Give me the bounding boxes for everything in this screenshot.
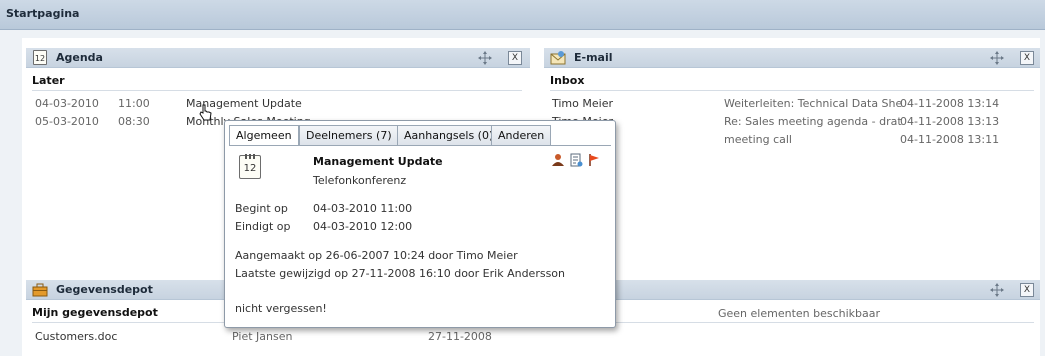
participants-icon[interactable] — [551, 153, 565, 167]
agenda-item-time[interactable]: 08:30 — [118, 115, 150, 128]
details-icon[interactable] — [569, 153, 583, 167]
agenda-item-time[interactable]: 11:00 — [118, 97, 150, 110]
tab-anderen[interactable]: Anderen — [491, 125, 552, 145]
ends-label: Eindigt op — [235, 220, 291, 233]
appointment-popup: Algemeen Deelnemers (7) Aanhangsels (0) … — [224, 120, 616, 328]
tab-deelnemers[interactable]: Deelnemers (7) — [299, 125, 399, 145]
email-item-subject[interactable]: meeting call — [724, 133, 792, 146]
agenda-section-heading: Later — [32, 74, 65, 87]
depot-item-name[interactable]: Customers.doc — [35, 330, 117, 343]
email-title: E-mail — [574, 51, 613, 64]
move-icon[interactable] — [478, 51, 492, 65]
depot-section-heading: Mijn gegevensdepot — [32, 306, 158, 319]
modified-info: Laatste gewijzigd op 27-11-2008 16:10 do… — [235, 267, 565, 280]
begins-value: 04-03-2010 11:00 — [313, 202, 413, 215]
email-item-subject[interactable]: Weiterleiten: Technical Data She — [724, 97, 902, 110]
tab-aanhangsels[interactable]: Aanhangsels (0) — [397, 125, 501, 145]
email-item-date: 04-11-2008 13:14 — [900, 97, 1000, 110]
begins-label: Begint op — [235, 202, 288, 215]
flag-icon[interactable] — [587, 153, 601, 167]
mail-icon — [550, 51, 566, 65]
divider — [32, 90, 522, 91]
window-titlebar: Startpagina — [0, 0, 1045, 30]
agenda-item-date[interactable]: 04-03-2010 — [35, 97, 99, 110]
close-icon[interactable]: X — [1020, 51, 1034, 65]
depot-item-owner: Piet Jansen — [232, 330, 293, 343]
briefcase-icon — [32, 283, 48, 297]
email-item-date: 04-11-2008 13:13 — [900, 115, 1000, 128]
calendar-icon: 12 — [239, 154, 261, 179]
tab-algemeen[interactable]: Algemeen — [229, 125, 299, 146]
email-item-subject[interactable]: Re: Sales meeting agenda - drat — [724, 115, 902, 128]
move-icon[interactable] — [990, 51, 1004, 65]
close-icon[interactable]: X — [508, 51, 522, 65]
calendar-icon: 12 — [32, 50, 48, 66]
close-icon[interactable]: X — [1020, 283, 1034, 297]
agenda-item-date[interactable]: 05-03-2010 — [35, 115, 99, 128]
page-title: Startpagina — [6, 7, 80, 20]
appointment-title: Management Update — [313, 155, 443, 168]
agenda-portlet-header[interactable]: 12 Agenda X — [26, 48, 530, 68]
email-section-heading: Inbox — [550, 74, 585, 87]
depot-title: Gegevensdepot — [56, 283, 153, 296]
empty-message: Geen elementen beschikbaar — [718, 307, 881, 320]
created-info: Aangemaakt op 26-06-2007 10:24 door Timo… — [235, 249, 518, 262]
divider — [550, 90, 1034, 91]
email-item-date: 04-11-2008 13:11 — [900, 133, 1000, 146]
email-portlet-header[interactable]: E-mail X — [544, 48, 1040, 68]
ends-value: 04-03-2010 12:00 — [313, 220, 413, 233]
depot-item-date: 27-11-2008 — [428, 330, 492, 343]
move-icon[interactable] — [990, 283, 1004, 297]
appointment-note: nicht vergessen! — [235, 302, 327, 315]
hand-cursor-icon — [199, 104, 212, 121]
tab-divider — [229, 145, 611, 146]
agenda-title: Agenda — [56, 51, 103, 64]
email-item-from[interactable]: Timo Meier — [552, 97, 613, 110]
appointment-location: Telefonkonferenz — [313, 174, 407, 187]
